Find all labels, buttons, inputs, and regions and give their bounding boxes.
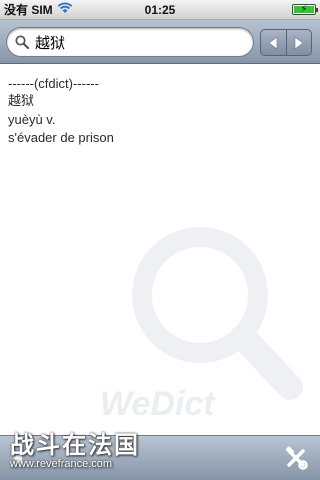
settings-button[interactable] [284, 446, 308, 475]
entry-source: ------(cfdict)------ [8, 76, 99, 91]
triangle-right-icon [294, 35, 304, 50]
site-watermark: 战斗在法国 www.revefrance.com [10, 425, 140, 470]
tools-icon [285, 446, 308, 470]
entry-pinyin: yuèyù v. [8, 112, 56, 127]
triangle-left-icon [268, 35, 278, 50]
search-input[interactable] [35, 29, 235, 55]
history-nav-control [260, 29, 312, 56]
entry-definition: s'évader de prison [8, 130, 114, 145]
status-left: 没有 SIM [4, 1, 73, 18]
site-watermark-chinese: 战斗在法国 [10, 431, 140, 459]
entry-headword: 越狱 [8, 94, 35, 109]
forward-button[interactable] [285, 30, 312, 55]
lightning-icon: ⚡ [300, 3, 308, 15]
status-bar: 没有 SIM 01:25 ⚡ [0, 0, 320, 20]
search-field[interactable] [6, 27, 254, 57]
carrier-label: 没有 SIM [4, 3, 53, 17]
back-button[interactable] [261, 30, 286, 55]
wifi-icon [57, 2, 73, 17]
battery-charging-icon: ⚡ [292, 3, 318, 15]
search-icon [15, 35, 29, 49]
wedict-watermark: WeDict [100, 227, 303, 423]
wedict-logo-text: WeDict [100, 385, 216, 423]
search-bar [0, 20, 320, 64]
dictionary-entry: ------(cfdict)------ 越狱 yuèyù v. s'évade… [8, 75, 114, 147]
definition-view[interactable]: WeDict ------(cfdict)------ 越狱 yuèyù v. … [0, 65, 320, 435]
